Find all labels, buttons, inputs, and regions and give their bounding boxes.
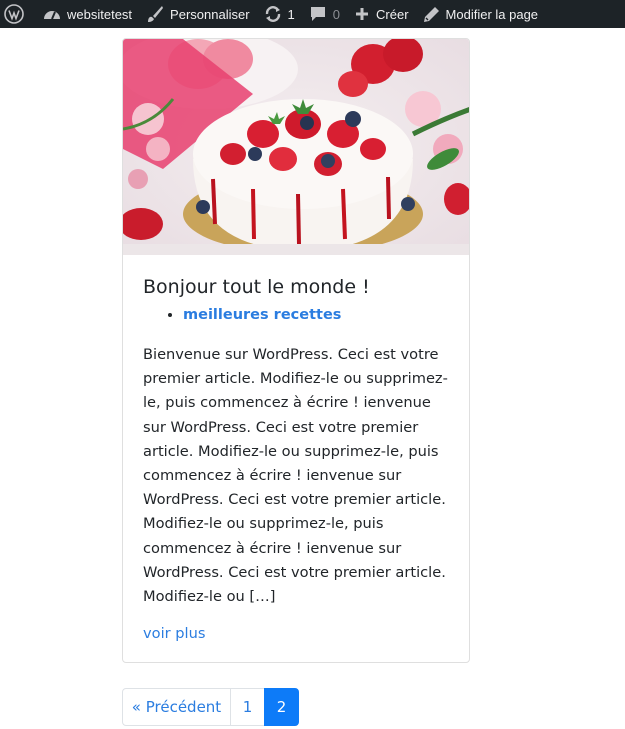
updates-icon (264, 5, 288, 23)
post-title[interactable]: Bonjour tout le monde ! (143, 275, 449, 299)
post-thumbnail[interactable] (123, 39, 469, 255)
page-link-2-current[interactable]: 2 (264, 688, 299, 726)
plus-icon (354, 6, 376, 22)
edit-page-label: Modifier la page (445, 6, 539, 22)
post-excerpt: Bienvenue sur WordPress. Ceci est votre … (143, 346, 448, 606)
category-list: meilleures recettes (143, 305, 449, 325)
new-label: Créer (376, 6, 409, 22)
pagination: « Précédent 1 2 (122, 688, 299, 726)
site-name-label: websitetest (67, 6, 133, 22)
page-link-1[interactable]: 1 (230, 688, 265, 726)
post-body: Bonjour tout le monde ! meilleures recet… (143, 275, 449, 642)
customize-menu[interactable]: Personnaliser (139, 0, 257, 28)
post-card: Bonjour tout le monde ! meilleures recet… (122, 38, 470, 663)
updates-menu[interactable]: 1 (257, 0, 302, 28)
updates-count: 1 (287, 6, 295, 22)
brush-icon (146, 5, 170, 23)
site-name-menu[interactable]: websitetest (36, 0, 139, 28)
comment-icon (309, 5, 333, 23)
edit-page-menu[interactable]: Modifier la page (416, 0, 546, 28)
new-content-menu[interactable]: Créer (347, 0, 416, 28)
category-item: meilleures recettes (183, 305, 449, 325)
pencil-icon (423, 6, 446, 23)
category-link[interactable]: meilleures recettes (183, 307, 341, 323)
comments-menu[interactable]: 0 (302, 0, 347, 28)
previous-page-link[interactable]: « Précédent (122, 688, 231, 726)
wp-admin-bar: websitetest Personnaliser 1 0 Créer Modi… (0, 0, 625, 28)
dashboard-icon (43, 6, 67, 22)
read-more-link[interactable]: voir plus (143, 625, 449, 642)
wordpress-icon (4, 4, 30, 24)
comments-count: 0 (332, 6, 341, 22)
customize-label: Personnaliser (170, 6, 250, 22)
wp-logo-menu[interactable] (0, 0, 36, 28)
